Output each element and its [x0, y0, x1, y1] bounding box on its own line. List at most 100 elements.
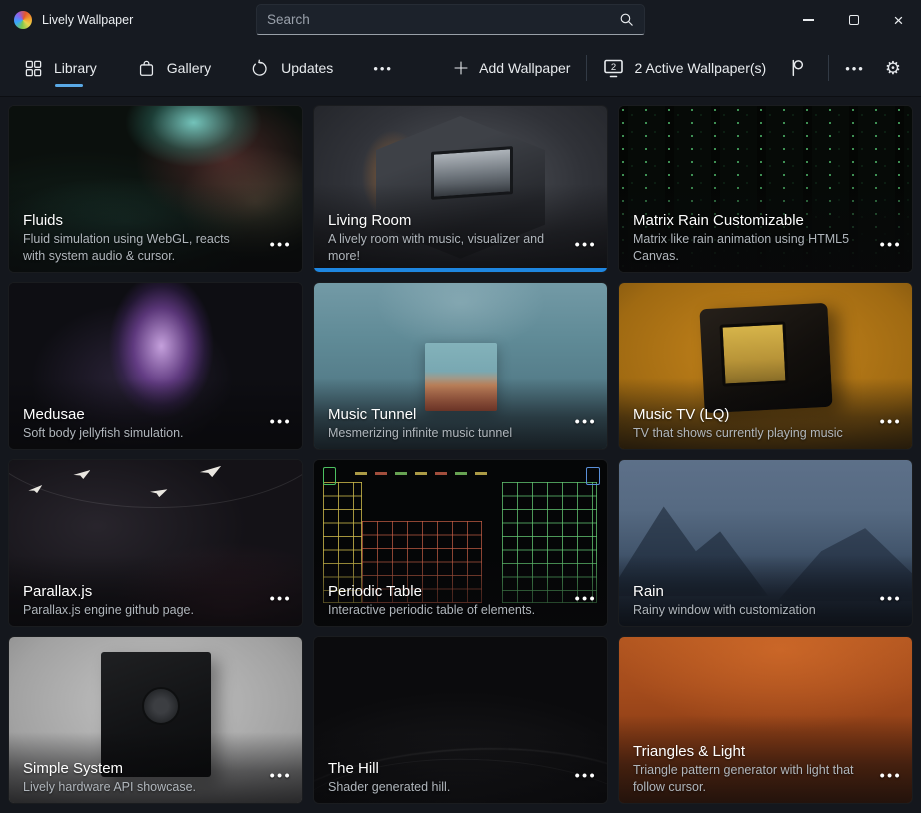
- card-overlay: The Hill Shader generated hill.: [314, 732, 607, 804]
- card-more-button[interactable]: •••: [575, 413, 597, 429]
- wallpaper-card-triangles-light[interactable]: Triangles & Light Triangle pattern gener…: [618, 636, 913, 804]
- tab-library[interactable]: Library: [24, 48, 97, 88]
- app-title: Lively Wallpaper: [42, 13, 133, 27]
- wallpaper-description: Shader generated hill.: [328, 779, 593, 796]
- card-more-button[interactable]: •••: [880, 590, 902, 606]
- gear-icon: ⚙: [885, 59, 901, 77]
- whats-new-button[interactable]: [782, 55, 812, 81]
- nav-actions: Add Wallpaper 2 2 Active Wallpaper(s) ••…: [453, 55, 905, 81]
- card-overlay: Music Tunnel Mesmerizing infinite music …: [314, 378, 607, 450]
- card-more-button[interactable]: •••: [270, 590, 292, 606]
- wallpaper-grid: Fluids Fluid simulation using WebGL, rea…: [0, 97, 921, 812]
- wallpaper-card-parallax[interactable]: Parallax.js Parallax.js engine github pa…: [8, 459, 303, 627]
- active-wallpapers-button[interactable]: 2 2 Active Wallpaper(s): [603, 58, 766, 79]
- card-overlay: Living Room A lively room with music, vi…: [314, 184, 607, 272]
- wallpaper-description: Triangle pattern generator with light th…: [633, 762, 898, 795]
- tab-gallery[interactable]: Gallery: [137, 48, 211, 88]
- tab-gallery-label: Gallery: [167, 60, 211, 76]
- nav-more-button[interactable]: •••: [845, 61, 865, 76]
- card-overlay: Simple System Lively hardware API showca…: [9, 732, 302, 804]
- card-overlay: Medusae Soft body jellyfish simulation.: [9, 378, 302, 450]
- card-more-button[interactable]: •••: [880, 413, 902, 429]
- card-overlay: Fluids Fluid simulation using WebGL, rea…: [9, 184, 302, 272]
- add-wallpaper-button[interactable]: Add Wallpaper: [453, 60, 570, 76]
- close-button[interactable]: ×: [876, 0, 921, 40]
- paper-plane-icon: [200, 466, 221, 477]
- card-more-button[interactable]: •••: [575, 767, 597, 783]
- monitor-icon: 2: [603, 58, 625, 79]
- card-more-button[interactable]: •••: [575, 590, 597, 606]
- add-wallpaper-label: Add Wallpaper: [479, 60, 570, 76]
- wallpaper-title: Triangles & Light: [633, 743, 898, 760]
- wallpaper-description: Matrix like rain animation using HTML5 C…: [633, 231, 898, 264]
- wallpaper-card-rain[interactable]: Rain Rainy window with customization •••: [618, 459, 913, 627]
- wallpaper-card-matrix-rain[interactable]: Matrix Rain Customizable Matrix like rai…: [618, 105, 913, 273]
- wallpaper-title: Simple System: [23, 760, 288, 777]
- card-overlay: Periodic Table Interactive periodic tabl…: [314, 555, 607, 627]
- wallpaper-description: TV that shows currently playing music: [633, 425, 898, 442]
- wallpaper-card-simple-system[interactable]: Simple System Lively hardware API showca…: [8, 636, 303, 804]
- shopping-bag-icon: [137, 59, 156, 78]
- wallpaper-title: Music TV (LQ): [633, 406, 898, 423]
- divider: [586, 55, 587, 81]
- wallpaper-card-medusae[interactable]: Medusae Soft body jellyfish simulation. …: [8, 282, 303, 450]
- search-box[interactable]: [256, 4, 645, 35]
- card-overlay: Parallax.js Parallax.js engine github pa…: [9, 555, 302, 627]
- wallpaper-description: Fluid simulation using WebGL, reacts wit…: [23, 231, 288, 264]
- periodic-helium-tile: [586, 467, 599, 485]
- tab-updates-label: Updates: [281, 60, 333, 76]
- wallpaper-title: Living Room: [328, 212, 593, 229]
- wallpaper-description: Interactive periodic table of elements.: [328, 602, 593, 619]
- wallpaper-description: Lively hardware API showcase.: [23, 779, 288, 796]
- maximize-button[interactable]: [831, 0, 876, 40]
- active-count: 2: [611, 62, 616, 73]
- card-more-button[interactable]: •••: [575, 236, 597, 252]
- paper-plane-icon: [73, 470, 90, 479]
- wallpaper-description: Parallax.js engine github page.: [23, 602, 288, 619]
- card-overlay: Rain Rainy window with customization: [619, 555, 912, 627]
- wallpaper-title: Fluids: [23, 212, 288, 229]
- wallpaper-card-fluids[interactable]: Fluids Fluid simulation using WebGL, rea…: [8, 105, 303, 273]
- flag-icon: [786, 57, 808, 79]
- card-more-button[interactable]: •••: [270, 767, 292, 783]
- card-overlay: Music TV (LQ) TV that shows currently pl…: [619, 378, 912, 450]
- paper-plane-icon: [149, 487, 167, 498]
- tab-library-label: Library: [54, 60, 97, 76]
- wallpaper-card-living-room[interactable]: Living Room A lively room with music, vi…: [313, 105, 608, 273]
- settings-button[interactable]: ⚙: [881, 57, 905, 79]
- card-overlay: Matrix Rain Customizable Matrix like rai…: [619, 184, 912, 272]
- wallpaper-title: Music Tunnel: [328, 406, 593, 423]
- paper-plane-icon: [27, 485, 42, 494]
- periodic-hydrogen-tile: [323, 467, 336, 485]
- card-more-button[interactable]: •••: [880, 236, 902, 252]
- wallpaper-description: Mesmerizing infinite music tunnel: [328, 425, 593, 442]
- card-more-button[interactable]: •••: [270, 236, 292, 252]
- card-more-button[interactable]: •••: [270, 413, 292, 429]
- card-more-button[interactable]: •••: [880, 767, 902, 783]
- nav-overflow-button[interactable]: •••: [373, 61, 393, 76]
- periodic-legend: [355, 472, 493, 475]
- search-input[interactable]: [257, 5, 609, 34]
- minimize-icon: [803, 19, 814, 21]
- wallpaper-title: The Hill: [328, 760, 593, 777]
- wallpaper-card-music-tunnel[interactable]: Music Tunnel Mesmerizing infinite music …: [313, 282, 608, 450]
- wallpaper-title: Periodic Table: [328, 583, 593, 600]
- refresh-icon: [251, 59, 270, 78]
- wallpaper-title: Matrix Rain Customizable: [633, 212, 898, 229]
- wallpaper-description: Rainy window with customization: [633, 602, 898, 619]
- window-controls: ×: [786, 0, 921, 40]
- wallpaper-description: Soft body jellyfish simulation.: [23, 425, 288, 442]
- tab-updates[interactable]: Updates: [251, 48, 333, 88]
- wallpaper-card-the-hill[interactable]: The Hill Shader generated hill. •••: [313, 636, 608, 804]
- wallpaper-title: Parallax.js: [23, 583, 288, 600]
- wallpaper-description: A lively room with music, visualizer and…: [328, 231, 593, 264]
- maximize-icon: [849, 15, 859, 25]
- search-icon[interactable]: [609, 11, 644, 28]
- wallpaper-card-music-tv[interactable]: Music TV (LQ) TV that shows currently pl…: [618, 282, 913, 450]
- plus-icon: [453, 60, 469, 76]
- close-icon: ×: [894, 12, 904, 29]
- wallpaper-title: Medusae: [23, 406, 288, 423]
- minimize-button[interactable]: [786, 0, 831, 40]
- wallpaper-card-periodic-table[interactable]: Periodic Table Interactive periodic tabl…: [313, 459, 608, 627]
- active-wallpapers-label: 2 Active Wallpaper(s): [634, 60, 766, 76]
